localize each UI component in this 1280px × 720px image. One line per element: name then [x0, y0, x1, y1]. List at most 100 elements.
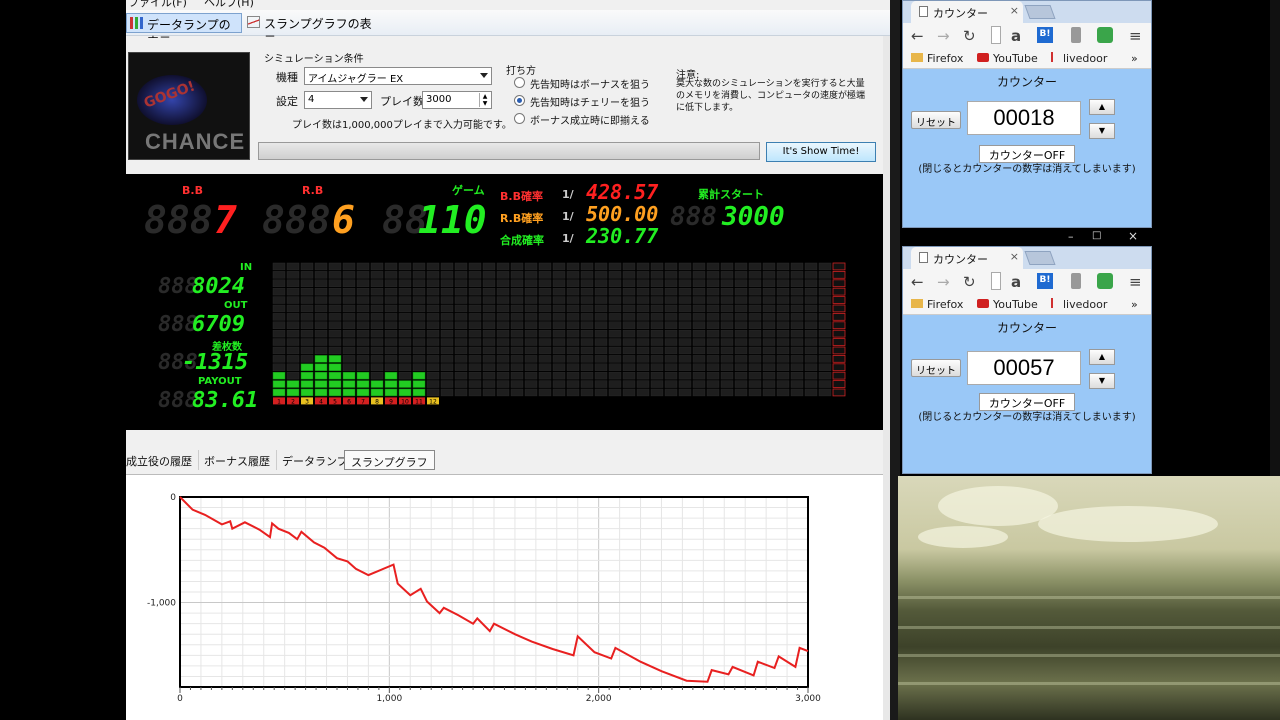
lamp-cell	[300, 304, 314, 313]
lamp-cell	[510, 388, 524, 397]
bookmark-youtube[interactable]: YouTube	[977, 52, 1038, 65]
lamp-cell	[650, 296, 664, 304]
lamp-cell	[566, 338, 580, 346]
lamp-cell	[650, 271, 664, 279]
hatena-bookmark-icon[interactable]: B!	[1037, 273, 1053, 289]
strategy-radio-0[interactable]	[514, 77, 525, 88]
lamp-cell	[664, 363, 678, 371]
increment-button[interactable]: ▲	[1089, 349, 1115, 365]
lamp-cell	[608, 380, 622, 388]
lamp-cell	[720, 304, 734, 313]
lamp-cell	[664, 304, 678, 313]
lamp-cell	[454, 304, 468, 313]
setting-select[interactable]: 4	[304, 91, 372, 109]
extension-icon[interactable]	[1097, 273, 1113, 289]
lamp-cell	[496, 329, 510, 338]
lamp-cell	[552, 371, 566, 380]
increment-button[interactable]: ▲	[1089, 99, 1115, 115]
bookmark-livedoor[interactable]: livedoor	[1051, 298, 1107, 311]
bookmark-firefox[interactable]: Firefox	[911, 298, 963, 311]
browser-tab[interactable]: カウンター ×	[911, 1, 1023, 23]
menu-file[interactable]: ファイル(F)	[128, 0, 187, 8]
lamp-cell	[356, 329, 370, 338]
amazon-icon[interactable]: a	[1011, 273, 1021, 291]
lamp-cell	[272, 279, 286, 287]
bookmark-firefox[interactable]: Firefox	[911, 52, 963, 65]
close-window-icon[interactable]: ×	[1128, 229, 1138, 243]
minimize-icon[interactable]: –	[1068, 230, 1074, 243]
bonus-lamp-cell	[832, 287, 846, 296]
show-time-button[interactable]: It's Show Time!	[766, 142, 876, 162]
strategy-radio-2[interactable]	[514, 113, 525, 124]
lamp-cell	[762, 371, 776, 380]
decrement-button[interactable]: ▼	[1089, 123, 1115, 139]
folder-icon	[911, 299, 923, 308]
lamp-cell	[482, 287, 496, 296]
lamp-cell-lit	[412, 388, 426, 397]
menu-icon[interactable]: ≡	[1129, 27, 1142, 45]
hatena-bookmark-icon[interactable]: B!	[1037, 27, 1053, 43]
new-tab-button[interactable]	[1024, 251, 1056, 265]
close-icon[interactable]: ×	[1010, 250, 1019, 263]
forward-icon[interactable]: →	[937, 27, 950, 45]
close-icon[interactable]: ×	[1010, 4, 1019, 17]
strategy-radio-1[interactable]	[514, 95, 525, 106]
reset-button[interactable]: リセット	[911, 111, 961, 129]
lamp-cell	[706, 371, 720, 380]
lamp-cell	[384, 313, 398, 321]
plays-input[interactable]: 3000 ▲ ▼	[422, 91, 492, 109]
data-lamp-button[interactable]: データランプの表示	[126, 13, 242, 49]
tab-data-lamp[interactable]: データランプ	[276, 450, 355, 470]
desktop-scrollbar[interactable]	[1270, 0, 1280, 476]
lamp-cell	[370, 262, 384, 271]
extension-icon[interactable]	[1097, 27, 1113, 43]
tab-role-history[interactable]: 成立役の履歴	[126, 450, 199, 470]
new-tab-button[interactable]	[1024, 5, 1056, 19]
slump-graph-button[interactable]: スランプグラフの表示	[244, 13, 380, 48]
back-icon[interactable]: ←	[911, 27, 924, 45]
app-scrollbar[interactable]	[883, 36, 890, 720]
address-bar[interactable]	[991, 26, 1001, 44]
bonus-lamp-cell	[832, 371, 846, 380]
lamp-cell	[776, 287, 790, 296]
lamp-cell	[748, 321, 762, 329]
maximize-icon[interactable]: □	[1092, 230, 1101, 241]
bookmark-livedoor[interactable]: livedoor	[1051, 52, 1107, 65]
decrement-button[interactable]: ▼	[1089, 373, 1115, 389]
bookmark-youtube[interactable]: YouTube	[977, 298, 1038, 311]
lamp-cell	[300, 355, 314, 363]
lamp-cell-lit	[314, 371, 328, 380]
browser-tab[interactable]: カウンター ×	[911, 247, 1023, 269]
lamp-cell	[454, 388, 468, 397]
menu-help[interactable]: ヘルプ(H)	[204, 0, 254, 8]
game-label: ゲーム	[452, 184, 485, 197]
lamp-cell	[678, 321, 692, 329]
tab-bonus-history[interactable]: ボーナス履歴	[198, 450, 277, 470]
lamp-cell	[384, 338, 398, 346]
forward-icon[interactable]: →	[937, 273, 950, 291]
back-icon[interactable]: ←	[911, 273, 924, 291]
lamp-cell	[524, 329, 538, 338]
menu-icon[interactable]: ≡	[1129, 273, 1142, 291]
evernote-icon[interactable]	[1071, 27, 1081, 43]
counter-value: 00057	[967, 351, 1081, 385]
lamp-cell	[440, 371, 454, 380]
diff-value: -1315	[182, 350, 249, 375]
model-select[interactable]: アイムジャグラー EX	[304, 67, 492, 85]
reload-icon[interactable]: ↻	[963, 273, 976, 291]
more-bookmarks-icon[interactable]: »	[1131, 298, 1138, 311]
lamp-cell	[678, 388, 692, 397]
more-bookmarks-icon[interactable]: »	[1131, 52, 1138, 65]
lamp-cell	[384, 271, 398, 279]
reset-button[interactable]: リセット	[911, 359, 961, 377]
amazon-icon[interactable]: a	[1011, 27, 1021, 45]
counter-heading: カウンター	[996, 321, 1057, 335]
lamp-cell	[552, 271, 566, 279]
reload-icon[interactable]: ↻	[963, 27, 976, 45]
evernote-icon[interactable]	[1071, 273, 1081, 289]
rb-ghost-digits: 888	[262, 198, 331, 242]
address-bar[interactable]	[991, 272, 1001, 290]
lamp-cell	[762, 388, 776, 397]
tab-slump-graph[interactable]: スランプグラフ	[344, 450, 435, 470]
lamp-cell	[370, 271, 384, 279]
